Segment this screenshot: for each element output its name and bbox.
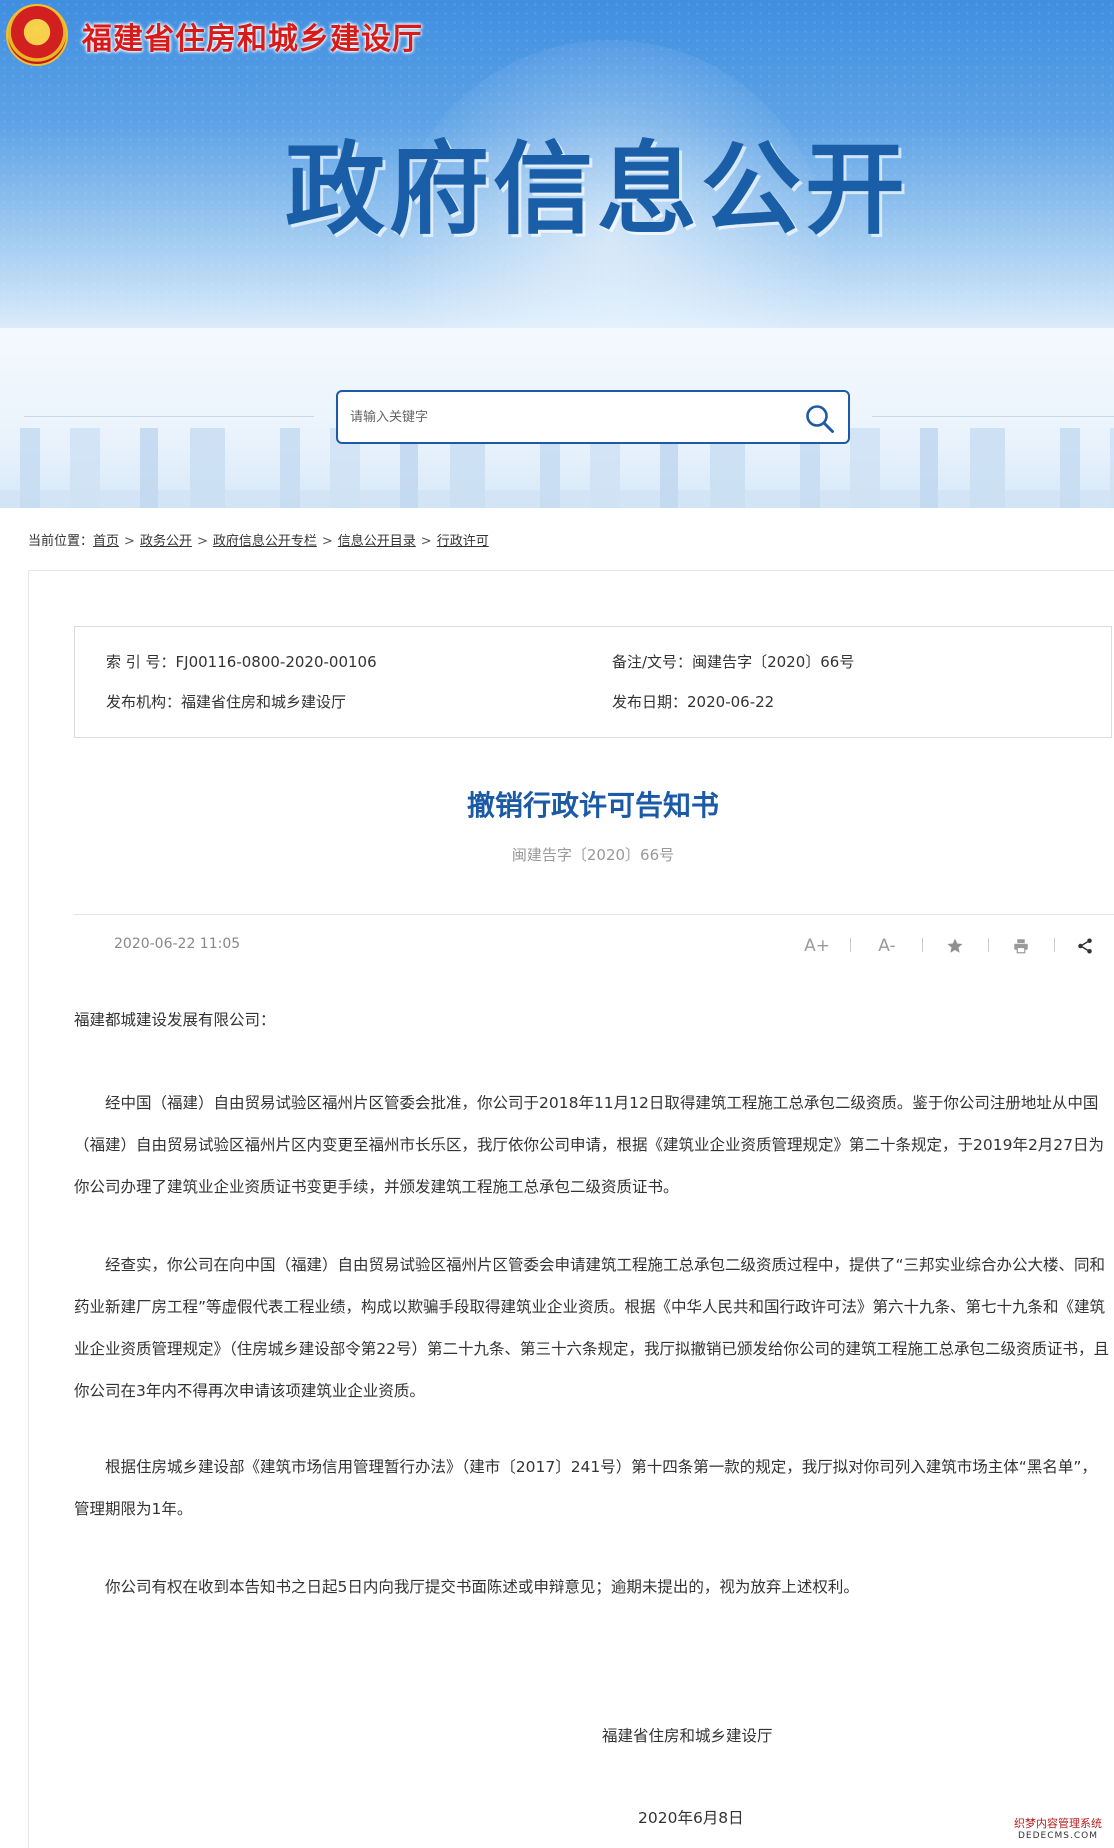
search-box [336, 390, 850, 444]
meta-index-label: 索 引 号： [106, 653, 176, 671]
content-frame [28, 570, 1114, 1848]
meta-doc-no: 备注/文号：闽建告字〔2020〕66号 [612, 651, 854, 672]
meta-publisher-value: 福建省住房和城乡建设厅 [181, 693, 347, 711]
breadcrumb-separator: > [196, 534, 208, 549]
font-increase-label: A+ [804, 936, 830, 956]
body-paragraph: 经查实，你公司在向中国（福建）自由贸易试验区福州片区管委会申请建筑工程施工总承包… [74, 1244, 1110, 1412]
search-right-line [872, 416, 1114, 417]
search-input[interactable] [350, 402, 780, 432]
font-increase-button[interactable]: A+ [800, 932, 834, 960]
body-paragraph: 根据住房城乡建设部《建筑市场信用管理暂行办法》（建市〔2017〕241号）第十四… [74, 1446, 1110, 1530]
signature-date: 2020年6月8日 [638, 1809, 744, 1827]
breadcrumb-gov-affairs[interactable]: 政务公开 [140, 534, 192, 549]
document-number: 闽建告字〔2020〕66号 [511, 846, 675, 864]
printer-icon [1014, 939, 1028, 954]
breadcrumb-home[interactable]: 首页 [93, 534, 119, 549]
font-decrease-label: A- [878, 936, 896, 956]
breadcrumb-separator: > [124, 534, 135, 549]
breadcrumb-separator: > [321, 534, 333, 549]
meta-publisher-label: 发布机构： [106, 693, 182, 711]
header-banner: 福建省住房和城乡建设厅 政府信息公开 [0, 0, 1114, 328]
font-decrease-button[interactable]: A- [870, 932, 904, 960]
breadcrumb-info-column[interactable]: 政府信息公开专栏 [213, 534, 317, 549]
print-button[interactable] [1006, 932, 1036, 960]
favorite-button[interactable] [940, 932, 970, 960]
meta-index-value: FJ00116-0800-2020-00106 [175, 653, 377, 671]
paragraph-4: 你公司有权在收到本告知书之日起5日内向我厅提交书面陈述或申辩意见；逾期未提出的，… [105, 1578, 859, 1596]
toolbar-divider [922, 938, 923, 952]
publish-time: 2020-06-22 11:05 [114, 936, 241, 952]
body-paragraph: 经中国（福建）自由贸易试验区福州片区管委会批准，你公司于2018年11月12日取… [74, 1082, 1110, 1208]
meta-publish-date: 发布日期：2020-06-22 [612, 691, 774, 712]
search-icon[interactable] [804, 403, 836, 435]
share-icon [1078, 938, 1092, 954]
watermark-line1: 织梦内容管理系统 [1014, 1817, 1102, 1830]
meta-date-label: 发布日期： [612, 693, 688, 711]
search-left-line [24, 416, 314, 417]
paragraph-3: 根据住房城乡建设部《建筑市场信用管理暂行办法》（建市〔2017〕241号）第十四… [74, 1458, 1097, 1518]
star-icon [947, 938, 963, 953]
meta-index-no: 索 引 号：FJ00116-0800-2020-00106 [106, 651, 377, 672]
share-button[interactable] [1070, 932, 1100, 960]
title-divider [74, 914, 1114, 915]
body-paragraph: 你公司有权在收到本告知书之日起5日内向我厅提交书面陈述或申辩意见；逾期未提出的，… [74, 1566, 1110, 1608]
national-emblem-icon [6, 4, 68, 66]
meta-docno-label: 备注/文号： [612, 653, 693, 671]
document-meta-box [74, 626, 1112, 738]
meta-docno-value: 闽建告字〔2020〕66号 [692, 653, 855, 671]
breadcrumb-admin-permit[interactable]: 行政许可 [437, 534, 489, 549]
toolbar-divider [850, 938, 851, 952]
signature-org: 福建省住房和城乡建设厅 [602, 1727, 773, 1745]
watermark: 织梦内容管理系统 DEDECMS.COM [1004, 1818, 1112, 1844]
toolbar-divider [988, 938, 989, 952]
paragraph-1: 经中国（福建）自由贸易试验区福州片区管委会批准，你公司于2018年11月12日取… [74, 1094, 1105, 1196]
org-name[interactable]: 福建省住房和城乡建设厅 [82, 14, 423, 58]
meta-date-value: 2020-06-22 [687, 693, 775, 711]
toolbar-divider [1054, 938, 1055, 952]
document-title: 撤销行政许可告知书 [466, 789, 719, 822]
watermark-line2: DEDECMS.COM [1018, 1831, 1098, 1841]
paragraph-2: 经查实，你公司在向中国（福建）自由贸易试验区福州片区管委会申请建筑工程施工总承包… [74, 1256, 1109, 1400]
breadcrumb-info-catalog[interactable]: 信息公开目录 [338, 534, 416, 549]
breadcrumb: 当前位置：首页 > 政务公开 > 政府信息公开专栏 > 信息公开目录 > 行政许可 [28, 530, 489, 549]
salutation: 福建都城建设发展有限公司： [74, 1011, 276, 1029]
banner-title: 政府信息公开 [285, 131, 909, 248]
meta-publisher: 发布机构：福建省住房和城乡建设厅 [106, 691, 346, 712]
breadcrumb-separator: > [420, 534, 432, 549]
breadcrumb-prefix: 当前位置： [28, 534, 94, 549]
